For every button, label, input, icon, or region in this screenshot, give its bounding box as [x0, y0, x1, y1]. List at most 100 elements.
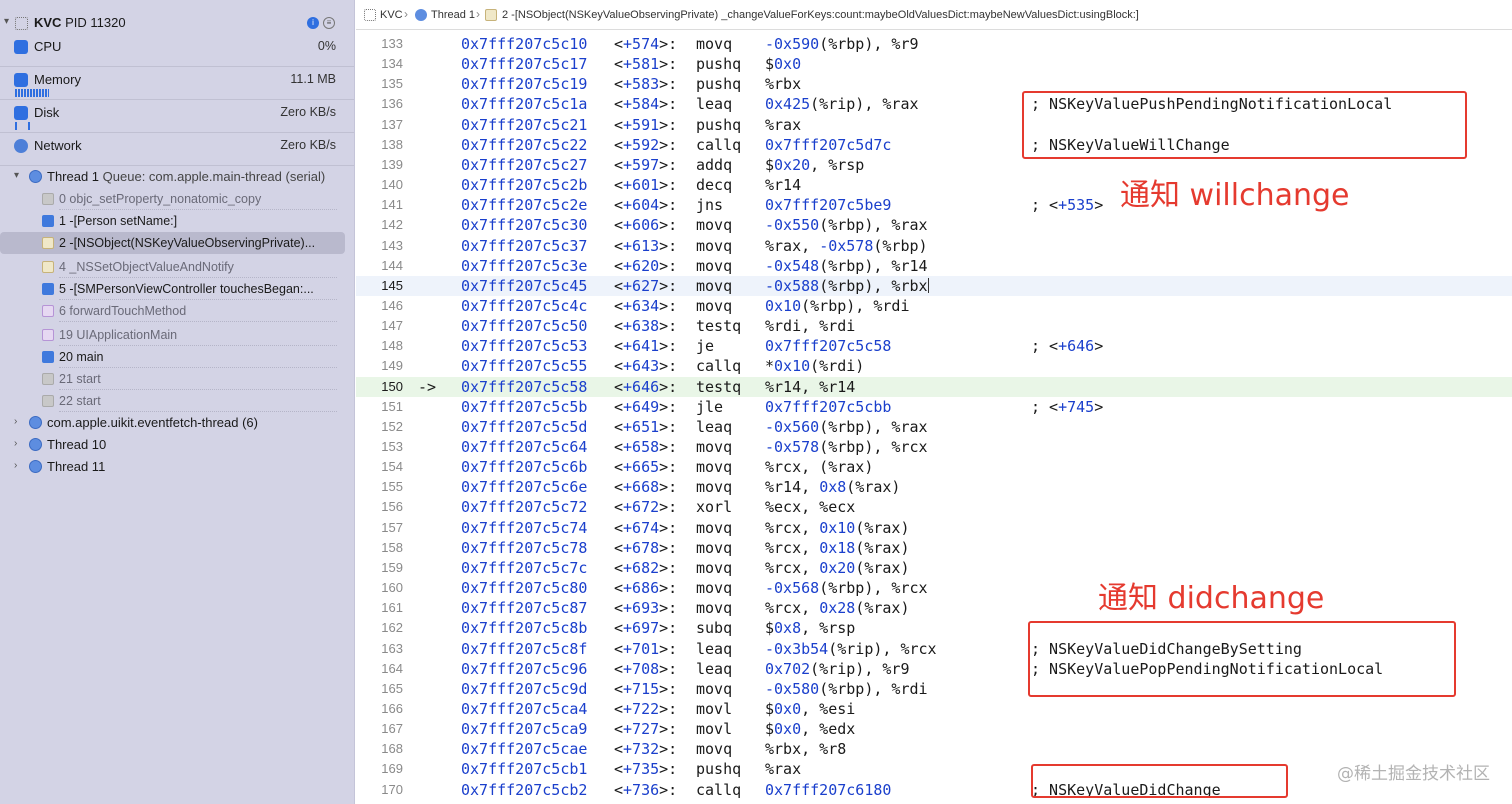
operands: -0x568(%rbp), %rcx — [765, 579, 928, 598]
instruction-address: 0x7fff207c5c9d — [461, 679, 588, 698]
thread-row[interactable]: › com.apple.uikit.eventfetch-thread (6) — [0, 412, 354, 434]
offset-value: +592 — [623, 135, 660, 154]
gauge-network[interactable]: Network Zero KB/s — [0, 133, 354, 166]
chevron-down-icon[interactable]: ▾ — [4, 16, 9, 27]
stack-frame-row[interactable]: 6 forwardTouchMethod — [0, 300, 345, 322]
frame-gear-icon — [42, 193, 54, 205]
offset-value: +674 — [623, 518, 660, 537]
offset-value: +708 — [623, 659, 660, 678]
opcode: testq — [696, 317, 742, 336]
operands: $0x20, %rsp — [765, 155, 865, 174]
stack-frame-row[interactable]: 5 -[SMPersonViewController touchesBegan:… — [0, 278, 345, 300]
code-line[interactable]: 152 0x7fff207c5c5d <+651>: leaq -0x560(%rbp)… — [356, 417, 1512, 437]
code-line[interactable]: 157 0x7fff207c5c74 <+674>: movq %rcx, 0x10(%… — [356, 518, 1512, 538]
code-line[interactable]: 158 0x7fff207c5c78 <+678>: movq %rcx, 0x18(%… — [356, 538, 1512, 558]
frame-gear-icon — [42, 395, 54, 407]
code-line[interactable]: 167 0x7fff207c5ca9 <+727>: movl $0x0, %edx — [356, 719, 1512, 739]
instruction-address: 0x7fff207c5c50 — [461, 317, 588, 336]
code-line[interactable]: 166 0x7fff207c5ca4 <+722>: movl $0x0, %esi — [356, 699, 1512, 719]
stack-frame-row[interactable]: 22 start — [0, 390, 345, 412]
code-line[interactable]: 151 0x7fff207c5c5b <+649>: jle 0x7fff207c5cb… — [356, 397, 1512, 417]
code-line[interactable]: 147 0x7fff207c5c50 <+638>: testq %rdi, %rdi — [356, 316, 1512, 336]
stack-frame-row[interactable]: 0 objc_setProperty_nonatomic_copy — [0, 188, 345, 210]
code-line[interactable]: 160 0x7fff207c5c80 <+686>: movq -0x568(%rbp)… — [356, 578, 1512, 598]
offset-value: +574 — [623, 35, 660, 53]
offset-value: +604 — [623, 196, 660, 215]
breadcrumb-thread[interactable]: Thread 1 — [431, 9, 475, 21]
stack-frame-row[interactable]: 21 start — [0, 368, 345, 390]
gauge-disk[interactable]: Disk Zero KB/s — [0, 100, 354, 133]
instruction-address: 0x7fff207c5c6b — [461, 458, 588, 477]
operands: 0x10(%rbp), %rdi — [765, 296, 910, 315]
code-line[interactable]: 150 -> 0x7fff207c5c58 <+646>: testq %r14, %r1… — [356, 376, 1512, 397]
watermark: @稀土掘金技术社区 — [1337, 764, 1490, 784]
opcode: pushq — [696, 75, 742, 94]
thread-row-1[interactable]: ▾ Thread 1 Queue: com.apple.main-thread … — [0, 166, 354, 188]
code-line[interactable]: 153 0x7fff207c5c64 <+658>: movq -0x578(%rbp)… — [356, 437, 1512, 457]
offset-value: +613 — [623, 236, 660, 255]
thread-row[interactable]: › Thread 10 — [0, 434, 354, 456]
stack-frame-row[interactable]: 19 UIApplicationMain — [0, 324, 345, 346]
instruction-address: 0x7fff207c5ca4 — [461, 699, 588, 718]
code-line[interactable]: 134 0x7fff207c5c17 <+581>: pushq $0x0 — [356, 54, 1512, 74]
chevron-down-icon[interactable]: ▾ — [14, 170, 19, 181]
offset-value: +665 — [623, 458, 660, 477]
code-line[interactable]: 142 0x7fff207c5c30 <+606>: movq -0x550(%rbp)… — [356, 215, 1512, 235]
instruction-address: 0x7fff207c5c53 — [461, 337, 588, 356]
willchange-annotation: 通知 willchange — [1120, 178, 1350, 213]
code-line[interactable]: 154 0x7fff207c5c6b <+665>: movq %rcx, (%rax) — [356, 457, 1512, 477]
process-row[interactable]: ▾ KVC PID 11320 i ≡ — [0, 12, 354, 34]
stack-frame-label: 21 start — [59, 372, 101, 386]
thread-row[interactable]: › Thread 11 — [0, 456, 354, 478]
line-number: 155 — [381, 479, 403, 495]
code-line[interactable]: 155 0x7fff207c5c6e <+668>: movq %r14, 0x8(%r… — [356, 477, 1512, 497]
offset-value: +620 — [623, 256, 660, 275]
offset-value: +601 — [623, 176, 660, 195]
code-line[interactable]: 133 0x7fff207c5c10 <+574>: movq -0x590(%rbp)… — [356, 34, 1512, 54]
instruction-address: 0x7fff207c5c7c — [461, 558, 588, 577]
instruction-address: 0x7fff207c5c27 — [461, 155, 588, 174]
chevron-right-icon[interactable]: › — [14, 416, 17, 427]
code-line[interactable]: 145 0x7fff207c5c45 <+627>: movq -0x588(%rbp)… — [356, 275, 1512, 296]
thread-name: Thread 11 — [47, 459, 106, 474]
opcode: jle — [696, 397, 724, 416]
code-line[interactable]: 156 0x7fff207c5c72 <+672>: xorl %ecx, %ecx — [356, 497, 1512, 517]
network-icon — [14, 139, 28, 153]
code-line[interactable]: 143 0x7fff207c5c37 <+613>: movq %rax, -0x578… — [356, 236, 1512, 256]
code-line[interactable]: 148 0x7fff207c5c53 <+641>: je 0x7fff207c5c58… — [356, 336, 1512, 356]
operands: 0x7fff207c5be9 — [765, 196, 892, 215]
offset-value: +697 — [623, 619, 660, 638]
gauge-memory[interactable]: Memory 11.1 MB — [0, 67, 354, 100]
code-line[interactable]: 144 0x7fff207c5c3e <+620>: movq -0x548(%rbp)… — [356, 256, 1512, 276]
opcode: movq — [696, 599, 733, 618]
disk-activity-bars — [15, 122, 33, 130]
stack-frame-row[interactable]: 4 _NSSetObjectValueAndNotify — [0, 256, 345, 278]
chevron-right-icon[interactable]: › — [14, 460, 17, 471]
cpu-icon — [14, 40, 28, 54]
filter-icon[interactable]: ≡ — [323, 17, 335, 29]
didchange-highlight-box — [1028, 621, 1456, 697]
info-icon[interactable]: i — [307, 17, 319, 29]
instruction-address: 0x7fff207c5ca9 — [461, 720, 588, 739]
code-line[interactable]: 159 0x7fff207c5c7c <+682>: movq %rcx, 0x20(%… — [356, 558, 1512, 578]
chevron-right-icon[interactable]: › — [14, 438, 17, 449]
opcode: movq — [696, 216, 733, 235]
code-line[interactable]: 149 0x7fff207c5c55 <+643>: callq *0x10(%rdi) — [356, 356, 1512, 376]
offset-value: +651 — [623, 417, 660, 436]
breadcrumb-app[interactable]: KVC — [380, 9, 403, 21]
instruction-address: 0x7fff207c5c72 — [461, 498, 588, 517]
stack-frame-row[interactable]: 1 -[Person setName:] — [0, 210, 345, 232]
instruction-address: 0x7fff207c5c96 — [461, 659, 588, 678]
code-line[interactable]: 146 0x7fff207c5c4c <+634>: movq 0x10(%rbp), … — [356, 296, 1512, 316]
stack-frame-row[interactable]: 2 -[NSObject(NSKeyValueObservingPrivate)… — [0, 232, 345, 254]
offset-value: +682 — [623, 558, 660, 577]
code-line[interactable]: 161 0x7fff207c5c87 <+693>: movq %rcx, 0x28(%… — [356, 598, 1512, 618]
instruction-offset: <+732>: — [614, 740, 678, 759]
code-line[interactable]: 168 0x7fff207c5cae <+732>: movq %rbx, %r8 — [356, 739, 1512, 759]
breadcrumb-frame[interactable]: 2 -[NSObject(NSKeyValueObservingPrivate)… — [502, 9, 1139, 21]
instruction-offset: <+668>: — [614, 478, 678, 497]
instruction-address: 0x7fff207c5c45 — [461, 276, 588, 295]
stack-frame-row[interactable]: 20 main — [0, 346, 345, 368]
instruction-offset: <+592>: — [614, 135, 678, 154]
gauge-cpu[interactable]: CPU 0% — [0, 34, 354, 67]
